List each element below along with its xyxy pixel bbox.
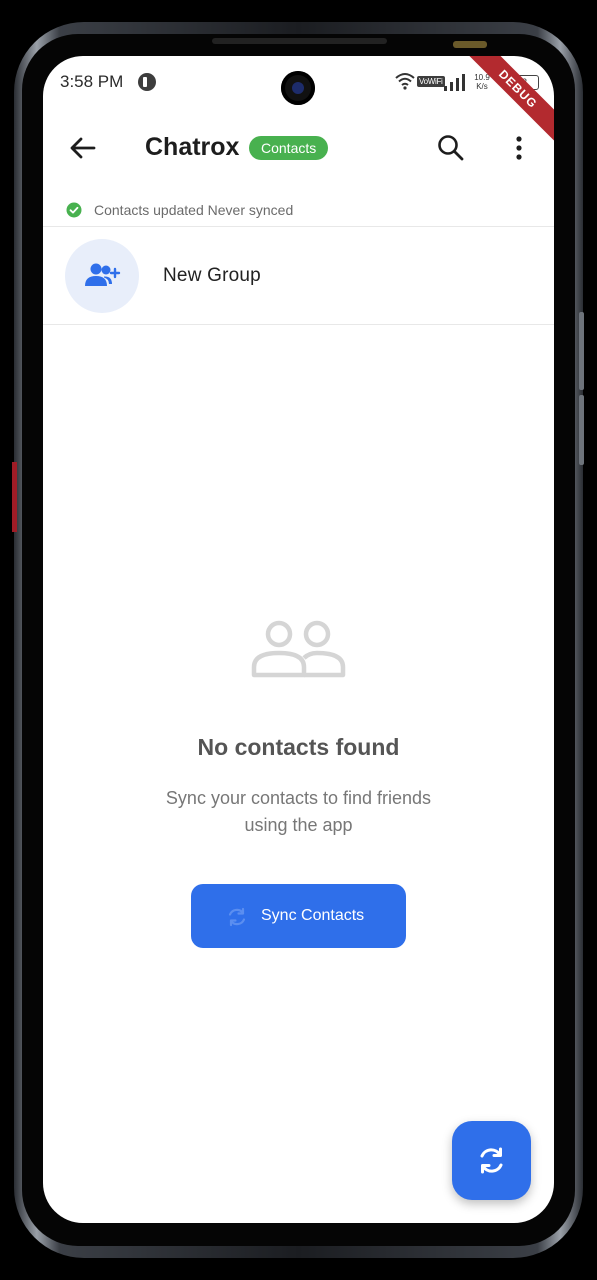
signal-icon [444,74,465,91]
sensor [453,41,487,48]
app-title: Chatrox [145,133,240,161]
sync-fab[interactable] [452,1121,531,1200]
notification-app-icon [138,73,156,91]
arrow-back-icon [70,137,96,159]
status-time: 3:58 PM [60,72,124,91]
volume-button [579,312,584,390]
sync-status-bar: Contacts updated Never synced [43,198,554,227]
more-vert-icon [516,136,522,160]
people-outline-icon [251,620,346,678]
front-camera [281,71,315,105]
check-circle-icon [66,202,82,218]
net-speed-unit: K/s [476,82,488,91]
sync-icon [480,1147,503,1174]
new-group-label: New Group [163,265,261,286]
empty-state-title: No contacts found [197,734,400,760]
status-bar: 3:58 PM VoWiFi 10.9 K/s 52 DEBUG [43,56,554,147]
back-button[interactable] [65,130,101,166]
screen: 3:58 PM VoWiFi 10.9 K/s 52 DEBUG [43,56,554,1223]
sync-contacts-label: Sync Contacts [261,907,365,924]
group-add-icon [85,263,121,286]
new-group-row[interactable]: New Group [43,227,554,325]
wifi-icon [395,73,415,90]
sync-icon [228,907,246,927]
power-button [579,395,584,465]
group-avatar [65,239,139,313]
empty-state-subtitle: Sync your contacts to find friends using… [165,788,432,835]
sync-contacts-button[interactable]: Sync Contacts [191,884,406,948]
vowifi-badge: VoWiFi [417,76,445,87]
search-icon [438,135,464,161]
contacts-badge: Contacts [249,136,329,160]
app-bar: Chatrox Contacts [43,116,554,180]
sync-status-text: Contacts updated Never synced [94,202,294,218]
earpiece [212,38,387,44]
search-button[interactable] [433,130,469,166]
side-accent [12,462,17,532]
more-options-button[interactable] [503,130,535,166]
